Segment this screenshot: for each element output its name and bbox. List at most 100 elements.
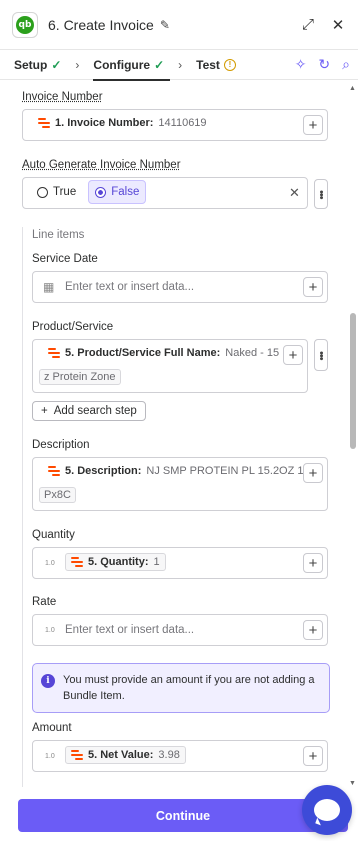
zapier-step-icon (38, 118, 50, 128)
chat-support-button[interactable] (302, 785, 352, 835)
pill-key: 5. Quantity: (88, 556, 149, 568)
bundle-item-info-alert: i You must provide an amount if you are … (32, 663, 330, 713)
scroll-up-arrow-icon[interactable]: ▲ (349, 85, 356, 92)
tab-configure[interactable]: Configure ✓ (93, 50, 170, 81)
insert-data-button[interactable]: + (303, 746, 323, 766)
auto-generate-field: True False ✕ (22, 177, 308, 209)
invoice-number-field[interactable]: 1. Invoice Number: 14110619 + (22, 109, 328, 141)
description-label: Description (32, 439, 90, 451)
close-icon[interactable]: ✕ (330, 17, 346, 34)
service-date-placeholder: Enter text or insert data... (65, 281, 195, 293)
continue-button[interactable]: Continue (18, 799, 348, 832)
radio-false-label: False (111, 186, 140, 198)
warning-icon: ! (223, 58, 236, 71)
scroll-down-arrow-icon[interactable]: ▼ (349, 780, 356, 787)
radio-true-label: True (53, 186, 77, 198)
zapier-step-icon (48, 466, 60, 476)
pill-key: 1. Invoice Number: (55, 117, 154, 129)
sparkle-icon[interactable]: ✧ (295, 56, 307, 73)
description-pill[interactable]: 5. Description: NJ SMP PROTEIN PL 15.2OZ… (43, 463, 309, 479)
number-type-icon: 1.0 (45, 753, 55, 760)
radio-true[interactable]: True (31, 181, 82, 203)
radio-circle-icon (37, 186, 48, 198)
clear-icon[interactable]: ✕ (289, 185, 300, 201)
rate-label: Rate (32, 596, 57, 608)
quantity-field[interactable]: 1.0 5. Quantity: 1 + (32, 547, 328, 579)
invoice-number-label: Invoice Number (22, 91, 103, 103)
configure-form: Invoice Number 1. Invoice Number: 141106… (0, 81, 358, 787)
pill-value: Px8C (44, 489, 71, 501)
quickbooks-logo: qb (12, 11, 38, 38)
search-icon[interactable]: ⌕ (342, 56, 350, 73)
chevron-right-icon: › (75, 57, 80, 72)
insert-data-button[interactable]: + (303, 553, 323, 573)
pencil-icon[interactable]: ✎ (160, 18, 170, 32)
number-type-icon: 1.0 (45, 560, 55, 567)
description-pill-continued: Px8C (39, 487, 76, 503)
amount-pill[interactable]: 5. Net Value: 3.98 (65, 746, 186, 764)
refresh-icon[interactable]: ↻ (318, 56, 330, 73)
service-date-label: Service Date (32, 253, 98, 265)
more-options-icon[interactable]: ••• (314, 179, 328, 209)
pill-value: Naked - 15 (225, 347, 280, 359)
pill-value: 1 (153, 556, 160, 568)
radio-selected-icon (95, 186, 107, 198)
amount-label: Amount (32, 722, 72, 734)
chevron-right-icon: › (178, 57, 183, 72)
quantity-pill[interactable]: 5. Quantity: 1 (65, 553, 166, 571)
info-icon: i (41, 674, 55, 688)
tab-test-label: Test (196, 57, 220, 72)
auto-generate-label: Auto Generate Invoice Number (22, 159, 181, 171)
add-search-step-button[interactable]: + Add search step (32, 401, 146, 421)
more-options-icon[interactable]: ••• (314, 339, 328, 371)
info-message: You must provide an amount if you are no… (63, 674, 315, 702)
product-service-pill-continued: z Protein Zone (39, 369, 121, 385)
radio-false[interactable]: False (88, 180, 147, 204)
insert-data-button[interactable]: + (283, 345, 303, 365)
expand-icon[interactable]: ⤢ (300, 16, 316, 33)
insert-data-button[interactable]: + (303, 115, 323, 135)
scrollbar-thumb[interactable] (350, 313, 356, 449)
scrollbar[interactable]: ▲ ▼ (348, 81, 358, 787)
product-service-label: Product/Service (32, 321, 114, 333)
step-header: qb 6. Create Invoice ✎ ⤢ ✕ (0, 0, 358, 50)
zapier-step-icon (71, 750, 83, 760)
chat-bubble-icon (314, 799, 340, 821)
zapier-step-icon (71, 557, 83, 567)
quickbooks-logo-mark: qb (16, 15, 34, 34)
service-date-field[interactable]: ▦ Enter text or insert data... + (32, 271, 328, 303)
rate-placeholder: Enter text or insert data... (65, 624, 195, 636)
pill-key: 5. Net Value: (88, 749, 154, 761)
zapier-step-icon (48, 348, 60, 358)
pill-value: NJ SMP PROTEIN PL 15.2OZ 1 (146, 465, 304, 477)
pill-key: 5. Product/Service Full Name: (65, 347, 221, 359)
step-tabs: Setup ✓ › Configure ✓ › Test ! ✧ ↻ ⌕ (0, 50, 358, 81)
insert-data-button[interactable]: + (303, 463, 323, 483)
number-type-icon: 1.0 (45, 627, 55, 634)
tab-test[interactable]: Test ! (196, 50, 236, 80)
product-service-pill[interactable]: 5. Product/Service Full Name: Naked - 15 (43, 345, 284, 361)
product-service-field[interactable]: 5. Product/Service Full Name: Naked - 15… (32, 339, 308, 393)
pill-value: z Protein Zone (44, 371, 116, 383)
step-title[interactable]: 6. Create Invoice (48, 17, 154, 33)
insert-data-button[interactable]: + (303, 620, 323, 640)
tab-setup-label: Setup (14, 57, 48, 72)
rate-field[interactable]: 1.0 Enter text or insert data... + (32, 614, 328, 646)
pill-value: 14110619 (158, 117, 207, 129)
insert-data-button[interactable]: + (303, 277, 323, 297)
tab-setup[interactable]: Setup ✓ (14, 50, 61, 80)
plus-icon: + (41, 405, 48, 417)
description-field[interactable]: 5. Description: NJ SMP PROTEIN PL 15.2OZ… (32, 457, 328, 511)
line-items-label: Line items (32, 229, 85, 241)
amount-field[interactable]: 1.0 5. Net Value: 3.98 + (32, 740, 328, 772)
tab-configure-label: Configure (93, 57, 151, 72)
calendar-icon: ▦ (43, 280, 55, 294)
quantity-label: Quantity (32, 529, 75, 541)
check-icon: ✓ (51, 57, 62, 72)
line-items-group-border (22, 227, 23, 787)
invoice-number-pill[interactable]: 1. Invoice Number: 14110619 (33, 115, 212, 131)
check-icon: ✓ (154, 57, 165, 72)
pill-value: 3.98 (158, 749, 180, 761)
add-search-step-label: Add search step (53, 405, 137, 417)
pill-key: 5. Description: (65, 465, 142, 477)
